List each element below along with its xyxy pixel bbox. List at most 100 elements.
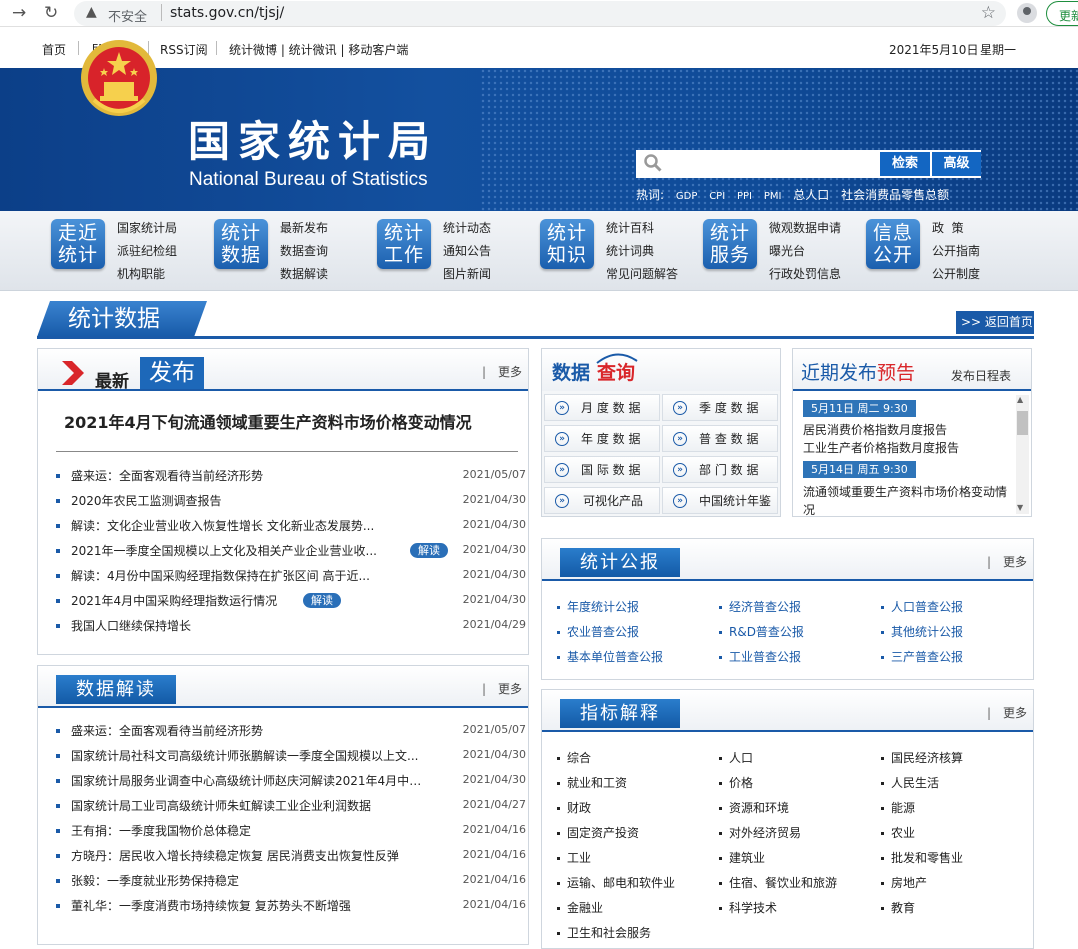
calendar-link[interactable]: 发布日程表 xyxy=(951,367,1011,384)
nav-link[interactable]: 最新发布 xyxy=(280,219,390,242)
nav-link[interactable]: 图片新闻 xyxy=(443,265,553,288)
indicator-link[interactable]: 金融业 xyxy=(557,899,603,916)
query-visual-button[interactable]: » 可视化产品 xyxy=(544,487,660,514)
hot-word[interactable]: GDP xyxy=(676,191,697,202)
schedule-item[interactable]: 居民消费价格指数月度报告 xyxy=(803,421,1013,439)
nav-badge-disclosure[interactable]: 信息 公开 xyxy=(866,219,920,269)
nav-link[interactable]: 国家统计局 xyxy=(117,219,227,242)
query-annual-button[interactable]: » 年 度 数 据 xyxy=(544,425,660,452)
indicator-link[interactable]: 农业 xyxy=(881,824,915,841)
indicator-link[interactable]: 卫生和社会服务 xyxy=(557,924,651,941)
indicator-link[interactable]: 综合 xyxy=(557,749,591,766)
list-item[interactable]: 解读：4月份中国采购经理指数保持在扩张区间 高于近... 2021/04/30 xyxy=(56,567,526,587)
nav-link[interactable]: 公开制度 xyxy=(932,265,1042,288)
search-button[interactable]: 检索 xyxy=(880,152,930,176)
list-item[interactable]: 2020年农民工监测调查报告 2021/04/30 xyxy=(56,492,526,512)
query-monthly-button[interactable]: » 月 度 数 据 xyxy=(544,394,660,421)
bulletin-link[interactable]: 其他统计公报 xyxy=(881,623,963,640)
list-item[interactable]: 国家统计局工业司高级统计师朱虹解读工业企业利润数据 2021/04/27 xyxy=(56,797,526,817)
scroll-thumb[interactable] xyxy=(1017,411,1028,435)
rss-link[interactable]: RSS订阅 xyxy=(160,41,208,58)
schedule-item[interactable]: 工业生产者价格指数月度报告 xyxy=(803,439,1013,457)
indicator-link[interactable]: 财政 xyxy=(557,799,591,816)
nav-link[interactable]: 统计词典 xyxy=(606,242,716,265)
query-census-button[interactable]: » 普 查 数 据 xyxy=(662,425,778,452)
nav-link[interactable]: 通知公告 xyxy=(443,242,553,265)
nav-badge-service[interactable]: 统计 服务 xyxy=(703,219,757,269)
list-item[interactable]: 国家统计局社科文司高级统计师张鹏解读一季度全国规模以上文... 2021/04/3… xyxy=(56,747,526,767)
back-arrow-icon[interactable]: → xyxy=(12,3,26,23)
more-link[interactable]: 更多 xyxy=(987,704,1027,721)
nav-link[interactable]: 常见问题解答 xyxy=(606,265,716,288)
interpret-badge[interactable]: 解读 xyxy=(303,593,341,608)
nav-link[interactable]: 派驻纪检组 xyxy=(117,242,227,265)
indicator-link[interactable]: 批发和零售业 xyxy=(881,849,963,866)
nav-badge-data[interactable]: 统计 数据 xyxy=(214,219,268,269)
nav-badge-work[interactable]: 统计 工作 xyxy=(377,219,431,269)
indicator-link[interactable]: 就业和工资 xyxy=(557,774,627,791)
reload-icon[interactable]: ↻ xyxy=(44,3,58,23)
list-item[interactable]: 董礼华：一季度消费市场持续恢复 复苏势头不断增强 2021/04/16 xyxy=(56,897,526,917)
list-item[interactable]: 国家统计局服务业调查中心高级统计师赵庆河解读2021年4月中国... 2021/0… xyxy=(56,772,526,792)
list-item[interactable]: 张毅：一季度就业形势保持稳定 2021/04/16 xyxy=(56,872,526,892)
indicator-link[interactable]: 房地产 xyxy=(881,874,927,891)
nav-link[interactable]: 曝光台 xyxy=(769,242,879,265)
list-item[interactable]: 盛来运：全面客观看待当前经济形势 2021/05/07 xyxy=(56,722,526,742)
bulletin-link[interactable]: 农业普查公报 xyxy=(557,623,639,640)
headline[interactable]: 2021年4月下旬流通领域重要生产资料市场价格变动情况 xyxy=(64,409,472,433)
hot-word[interactable]: PPI xyxy=(737,191,752,202)
bulletin-link[interactable]: 基本单位普查公报 xyxy=(557,648,663,665)
query-yearbook-button[interactable]: » 中国统计年鉴 xyxy=(662,487,778,514)
indicator-link[interactable]: 能源 xyxy=(881,799,915,816)
schedule-scrollbar[interactable]: ▲ ▼ xyxy=(1016,395,1029,514)
search-input[interactable] xyxy=(670,154,878,174)
hot-word[interactable]: PMI xyxy=(764,191,782,202)
back-home-button[interactable]: >> 返回首页 xyxy=(956,311,1034,334)
bulletin-link[interactable]: 工业普查公报 xyxy=(719,648,801,665)
more-link[interactable]: 更多 xyxy=(987,553,1027,570)
home-link[interactable]: 首页 xyxy=(42,41,66,58)
list-item[interactable]: 王有捐：一季度我国物价总体稳定 2021/04/16 xyxy=(56,822,526,842)
indicator-link[interactable]: 资源和环境 xyxy=(719,799,789,816)
interpret-badge[interactable]: 解读 xyxy=(410,543,448,558)
list-item[interactable]: 2021年4月中国采购经理指数运行情况 解读 2021/04/30 xyxy=(56,592,526,612)
nav-link[interactable]: 政 策 xyxy=(932,219,1042,242)
nav-link[interactable]: 统计百科 xyxy=(606,219,716,242)
list-item[interactable]: 我国人口继续保持增长 2021/04/29 xyxy=(56,617,526,637)
more-link[interactable]: 更多 xyxy=(482,363,522,380)
indicator-link[interactable]: 科学技术 xyxy=(719,899,777,916)
url-text[interactable]: stats.gov.cn/tjsj/ xyxy=(170,5,284,21)
query-international-button[interactable]: » 国 际 数 据 xyxy=(544,456,660,483)
query-department-button[interactable]: » 部 门 数 据 xyxy=(662,456,778,483)
indicator-link[interactable]: 住宿、餐饮业和旅游 xyxy=(719,874,837,891)
list-item[interactable]: 解读：文化企业营业收入恢复性增长 文化新业态发展势... 2021/04/30 xyxy=(56,517,526,537)
scroll-up-icon[interactable]: ▲ xyxy=(1017,395,1023,404)
indicator-link[interactable]: 价格 xyxy=(719,774,753,791)
nav-badge-about[interactable]: 走近 统计 xyxy=(51,219,105,269)
list-item[interactable]: 2021年一季度全国规模以上文化及相关产业企业营业收... 解读 2021/04/3… xyxy=(56,542,526,562)
bookmark-star-icon[interactable]: ☆ xyxy=(981,3,996,23)
list-item[interactable]: 方晓丹：居民收入增长持续稳定恢复 居民消费支出恢复性反弹 2021/04/16 xyxy=(56,847,526,867)
bulletin-link[interactable]: 三产普查公报 xyxy=(881,648,963,665)
indicator-link[interactable]: 人民生活 xyxy=(881,774,939,791)
indicator-link[interactable]: 固定资产投资 xyxy=(557,824,639,841)
nav-link[interactable]: 微观数据申请 xyxy=(769,219,879,242)
bulletin-link[interactable]: 经济普查公报 xyxy=(719,598,801,615)
indicator-link[interactable]: 国民经济核算 xyxy=(881,749,963,766)
nav-link[interactable]: 统计动态 xyxy=(443,219,553,242)
bulletin-link[interactable]: 人口普查公报 xyxy=(881,598,963,615)
nav-link[interactable]: 机构职能 xyxy=(117,265,227,288)
update-button[interactable]: 更新 xyxy=(1046,1,1078,26)
nav-link[interactable]: 数据解读 xyxy=(280,265,390,288)
nav-link[interactable]: 公开指南 xyxy=(932,242,1042,265)
list-item[interactable]: 盛来运：全面客观看待当前经济形势 2021/05/07 xyxy=(56,467,526,487)
schedule-item[interactable]: 流通领域重要生产资料市场价格变动情况 xyxy=(803,483,1013,517)
indicator-link[interactable]: 人口 xyxy=(719,749,753,766)
hot-word[interactable]: 社会消费品零售总额 xyxy=(841,188,949,202)
nav-badge-knowledge[interactable]: 统计 知识 xyxy=(540,219,594,269)
indicator-link[interactable]: 运输、邮电和软件业 xyxy=(557,874,675,891)
mobile-links[interactable]: 统计微博 | 统计微讯 | 移动客户端 xyxy=(229,41,408,58)
bulletin-link[interactable]: 年度统计公报 xyxy=(557,598,639,615)
address-bar[interactable]: ▲ 不安全 stats.gov.cn/tjsj/ ☆ xyxy=(74,1,1006,26)
nav-link[interactable]: 行政处罚信息 xyxy=(769,265,879,288)
